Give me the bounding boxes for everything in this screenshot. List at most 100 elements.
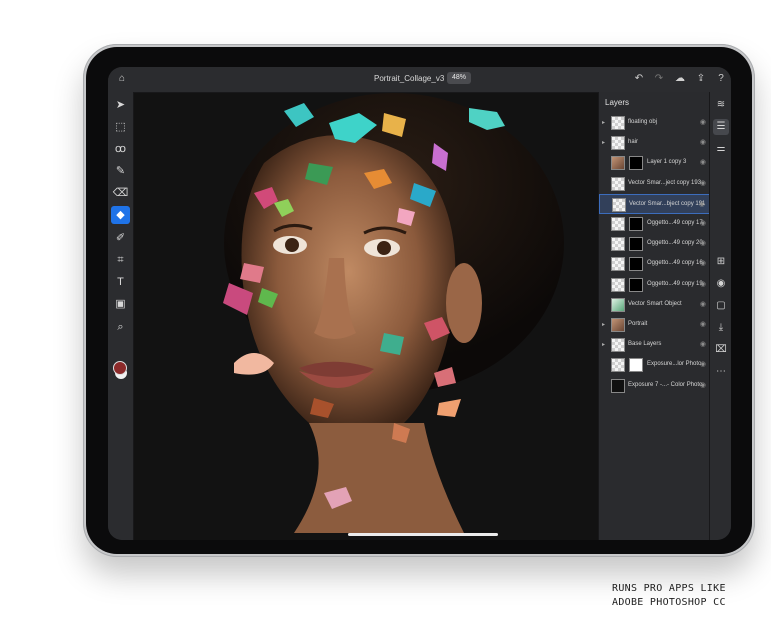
visibility-eye-icon[interactable]: ◉ bbox=[700, 118, 706, 126]
zoom-level[interactable]: 48% bbox=[447, 72, 472, 84]
layer-thumbnail bbox=[612, 197, 626, 212]
portrait-artwork bbox=[134, 93, 598, 540]
layer-label: floating obj bbox=[628, 119, 658, 125]
ipad-device: ⌂ Portrait_Collage_v3 48% ↶ ↷ ☁ ⇪ ? ➤ ⬚ … bbox=[83, 44, 755, 557]
more-icon[interactable]: ⋯ bbox=[713, 364, 729, 380]
layer-label: Vector Smar...bject copy 191 bbox=[629, 200, 706, 207]
visibility-eye-icon[interactable]: ◉ bbox=[700, 360, 706, 368]
visibility-eye-icon[interactable]: ◉ bbox=[700, 219, 706, 227]
move-tool[interactable]: ➤ bbox=[111, 96, 130, 114]
app-screen: ⌂ Portrait_Collage_v3 48% ↶ ↷ ☁ ⇪ ? ➤ ⬚ … bbox=[108, 67, 731, 540]
visibility-eye-icon[interactable]: ◉ bbox=[700, 158, 706, 166]
help-icon[interactable]: ? bbox=[713, 71, 729, 87]
foreground-color-swatch[interactable] bbox=[113, 361, 127, 375]
brush-tool[interactable]: ✎ bbox=[111, 162, 130, 180]
layers-icon[interactable]: ≋ bbox=[713, 97, 729, 113]
layer-thumbnail bbox=[611, 277, 625, 292]
visibility-eye-icon[interactable]: ◉ bbox=[700, 381, 706, 389]
layer-row[interactable]: ▸ floating obj ◉ bbox=[599, 113, 710, 133]
layer-thumbnail bbox=[611, 136, 625, 151]
visibility-eye-icon[interactable]: ◉ bbox=[700, 320, 706, 328]
tools-toolbar: ➤ ⬚ ꝏ ✎ ⌫ ◆ ✐ ⌗ T ▣ ⌕ bbox=[108, 92, 134, 540]
eraser-tool[interactable]: ⌫ bbox=[111, 184, 130, 202]
layer-label: Vector Smart Object bbox=[628, 300, 682, 307]
layer-row[interactable]: Vector Smar...ject copy 193 ◉ bbox=[599, 174, 710, 194]
layer-thumbnail bbox=[611, 318, 625, 332]
layers-panel-title: Layers bbox=[605, 98, 630, 107]
layer-thumbnail bbox=[611, 297, 625, 312]
home-indicator[interactable] bbox=[348, 533, 498, 536]
layer-mask-thumbnail[interactable] bbox=[629, 358, 643, 373]
document-canvas[interactable] bbox=[134, 93, 598, 540]
layer-label: Base Layers bbox=[628, 341, 662, 348]
visibility-eye-icon[interactable]: ◉ bbox=[700, 300, 706, 308]
layer-mask-thumbnail[interactable] bbox=[629, 156, 643, 171]
layer-label: Layer 1 copy 3 bbox=[647, 159, 687, 166]
layer-thumbnail bbox=[611, 176, 625, 191]
visibility-eye-icon[interactable]: ◉ bbox=[700, 179, 706, 187]
layer-label: Oggetto...49 copy 19 bbox=[647, 280, 703, 287]
layer-thumbnail bbox=[611, 116, 625, 130]
layer-mask-thumbnail[interactable] bbox=[629, 217, 643, 231]
layer-row[interactable]: Layer 1 copy 3 ◉ bbox=[599, 153, 710, 173]
expand-chevron-icon[interactable]: ▸ bbox=[602, 119, 605, 126]
layer-thumbnail bbox=[611, 378, 625, 393]
visibility-eye-icon[interactable]: ◉ bbox=[700, 138, 706, 146]
clip-icon[interactable]: ⤓ bbox=[713, 320, 729, 336]
layer-row[interactable]: ▸ hair ◉ bbox=[599, 133, 710, 153]
top-bar: ⌂ Portrait_Collage_v3 48% ↶ ↷ ☁ ⇪ ? bbox=[108, 67, 731, 93]
eyedropper-tool[interactable]: ⌕ bbox=[111, 318, 130, 336]
add-layer-icon[interactable]: ⊞ bbox=[713, 254, 729, 270]
layer-label: Oggetto...49 copy 20 bbox=[647, 240, 703, 247]
visibility-eye-icon[interactable]: ◉ bbox=[699, 200, 705, 208]
image-tool[interactable]: ▣ bbox=[111, 295, 130, 313]
layer-thumbnail bbox=[611, 156, 625, 171]
layer-label: hair bbox=[628, 139, 639, 146]
adjustments-icon[interactable]: ⚌ bbox=[713, 141, 729, 157]
clone-tool[interactable]: ✐ bbox=[111, 229, 130, 247]
share-icon[interactable]: ⇪ bbox=[693, 71, 709, 87]
cloud-icon[interactable]: ☁ bbox=[672, 71, 688, 87]
caption-line-2: ADOBE PHOTOSHOP CC bbox=[612, 597, 726, 608]
layer-row[interactable]: Oggetto...49 copy 16 ◉ bbox=[599, 254, 710, 274]
expand-chevron-icon[interactable]: ▸ bbox=[602, 341, 605, 348]
layer-mask-thumbnail[interactable] bbox=[629, 277, 643, 292]
fill-tool[interactable]: ◆ bbox=[111, 206, 130, 224]
redo-icon[interactable]: ↷ bbox=[651, 71, 667, 87]
marketing-caption: RUNS PRO APPS LIKE ADOBE PHOTOSHOP CC bbox=[612, 582, 726, 610]
home-icon[interactable]: ⌂ bbox=[114, 71, 130, 87]
layer-row[interactable]: ▸ Portrait ◉ bbox=[599, 315, 710, 335]
visibility-eye-icon[interactable]: ◉ bbox=[700, 259, 706, 267]
lasso-tool[interactable]: ꝏ bbox=[111, 140, 130, 158]
expand-chevron-icon[interactable]: ▸ bbox=[602, 139, 605, 146]
visibility-eye-icon[interactable]: ◉ bbox=[700, 340, 706, 348]
visibility-eye-icon[interactable]: ◉ bbox=[700, 280, 706, 288]
layer-row[interactable]: Vector Smart Object ◉ bbox=[599, 295, 710, 315]
document-title[interactable]: Portrait_Collage_v3 bbox=[374, 74, 444, 83]
type-tool[interactable]: T bbox=[111, 273, 130, 291]
layer-mask-thumbnail[interactable] bbox=[629, 257, 643, 272]
layer-row[interactable]: Oggetto...49 copy 17 ◉ bbox=[599, 214, 710, 234]
layer-row[interactable]: Vector Smar...bject copy 191 ◉ bbox=[599, 193, 710, 214]
mask-icon[interactable]: ▢ bbox=[713, 298, 729, 314]
layer-row[interactable]: ▸ Base Layers ◉ bbox=[599, 335, 710, 355]
undo-icon[interactable]: ↶ bbox=[631, 71, 647, 87]
transform-tool[interactable]: ⬚ bbox=[111, 118, 130, 136]
layer-thumbnail bbox=[611, 217, 625, 231]
layer-mask-thumbnail[interactable] bbox=[629, 237, 643, 252]
expand-chevron-icon[interactable]: ▸ bbox=[602, 321, 605, 328]
layer-label: Vector Smar...ject copy 193 bbox=[628, 179, 702, 186]
layer-properties-icon[interactable]: ☰ bbox=[713, 119, 729, 135]
layer-row[interactable]: Oggetto...49 copy 20 ◉ bbox=[599, 234, 710, 254]
layer-thumbnail bbox=[611, 237, 625, 252]
layer-row[interactable]: Exposure 7 -...- Color Photo ◉ bbox=[599, 376, 710, 396]
layer-row[interactable]: Exposure...lor Photo ◉ bbox=[599, 355, 710, 375]
right-rail: ≋ ☰ ⚌ ⊞ ◉ ▢ ⤓ ⌧ ⋯ bbox=[709, 92, 731, 540]
layer-row[interactable]: Oggetto...49 copy 19 ◉ bbox=[599, 275, 710, 295]
visibility-eye-icon[interactable]: ◉ bbox=[700, 239, 706, 247]
visibility-icon[interactable]: ◉ bbox=[713, 276, 729, 292]
layer-thumbnail bbox=[611, 358, 625, 373]
crop-tool[interactable]: ⌗ bbox=[111, 251, 130, 269]
layer-label: Portrait bbox=[628, 321, 648, 327]
erase-layer-icon[interactable]: ⌧ bbox=[713, 342, 729, 358]
